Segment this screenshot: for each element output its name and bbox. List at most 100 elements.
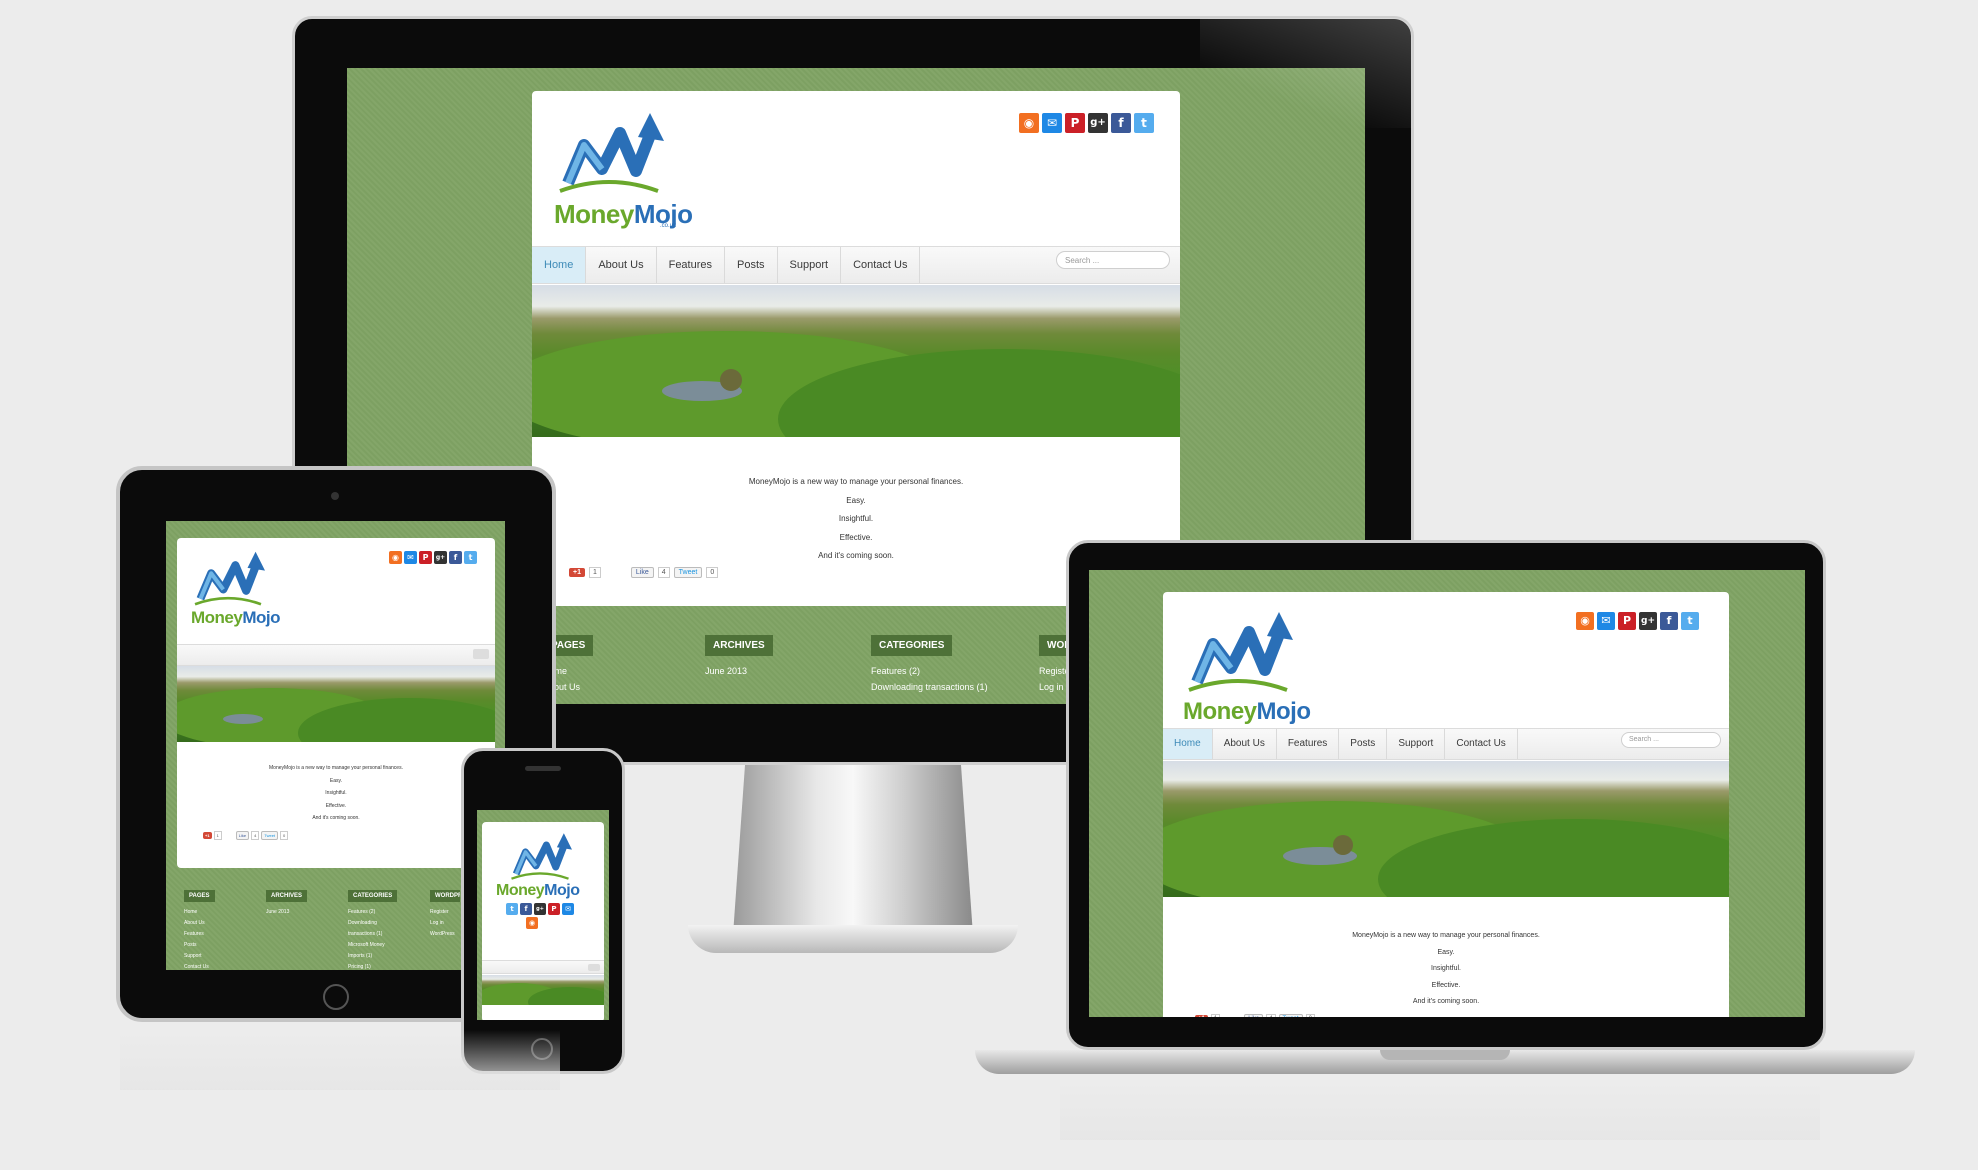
nav-about-us[interactable]: About Us	[586, 247, 657, 283]
intro-line: And it's coming soon.	[312, 815, 360, 821]
google-plus-one-button[interactable]: +1	[203, 832, 212, 839]
site-logo[interactable]: MoneyMojo .co.uk	[554, 111, 693, 229]
nav-home[interactable]: Home	[1163, 729, 1213, 759]
facebook-icon[interactable]: f	[449, 551, 462, 564]
search-input[interactable]: Search ...	[1621, 732, 1721, 748]
nav-features[interactable]: Features	[1277, 729, 1340, 759]
pinterest-icon[interactable]: P	[1065, 113, 1085, 133]
pinterest-icon[interactable]: P	[419, 551, 432, 564]
pinterest-icon[interactable]: P	[548, 903, 560, 915]
site-logo[interactable]	[508, 832, 572, 880]
footer-link-downloading-transactions[interactable]: Downloading transactions (1)	[871, 679, 1039, 695]
site-card: MoneyMojo .co.uk ◉ ✉ P g+ f t Home About…	[532, 91, 1180, 606]
google-plus-count: 1	[588, 567, 601, 578]
intro-line: MoneyMojo is a new way to manage your pe…	[269, 765, 403, 771]
footer-link-support[interactable]: Support	[184, 951, 266, 962]
google-plus-count: 1	[213, 831, 222, 840]
footer-link-home[interactable]: Home	[543, 663, 705, 679]
menu-toggle-icon[interactable]	[473, 649, 489, 659]
google-plus-icon[interactable]: g+	[1639, 612, 1657, 630]
widget-pages: PAGES Home About Us Features Posts Suppo…	[184, 884, 266, 970]
email-icon[interactable]: ✉	[562, 903, 574, 915]
facebook-icon[interactable]: f	[1111, 113, 1131, 133]
nav-support[interactable]: Support	[778, 247, 842, 283]
widget-title: WORDPRESS	[430, 890, 460, 902]
facebook-like-button[interactable]: Like	[235, 831, 250, 840]
facebook-like-button[interactable]: Like	[1244, 1014, 1264, 1017]
menu-toggle-icon[interactable]	[588, 964, 600, 971]
email-icon[interactable]: ✉	[1042, 113, 1062, 133]
tweet-button[interactable]: Tweet	[261, 831, 279, 840]
nav-contact-us[interactable]: Contact Us	[841, 247, 921, 283]
facebook-icon[interactable]: f	[520, 903, 532, 915]
rss-icon[interactable]: ◉	[1576, 612, 1594, 630]
logo-mark-icon	[559, 113, 664, 193]
nav-posts[interactable]: Posts	[1339, 729, 1388, 759]
facebook-like-button[interactable]: Like	[630, 567, 654, 578]
twitter-icon[interactable]: t	[464, 551, 477, 564]
google-plus-one-button[interactable]: +1	[1195, 1015, 1208, 1017]
footer-link-register[interactable]: Register	[430, 907, 460, 918]
footer-link-features[interactable]: Features	[184, 929, 266, 940]
footer-link-june-2013[interactable]: June 2013	[266, 907, 348, 918]
phone-speaker	[525, 766, 561, 771]
twitter-icon[interactable]: t	[1681, 612, 1699, 630]
facebook-like-count: 4	[1266, 1014, 1276, 1017]
rss-icon[interactable]: ◉	[526, 917, 538, 929]
twitter-icon[interactable]: t	[506, 903, 518, 915]
logo-mark-icon	[1188, 612, 1293, 692]
tweet-button[interactable]: Tweet	[1278, 1014, 1303, 1017]
nav-home[interactable]: Home	[532, 247, 587, 283]
nav-about-us[interactable]: About Us	[1213, 729, 1277, 759]
nav-support[interactable]: Support	[1387, 729, 1446, 759]
intro-line: MoneyMojo is a new way to manage your pe…	[1352, 932, 1540, 939]
google-plus-icon[interactable]: g+	[1088, 113, 1108, 133]
footer-link-wordpress[interactable]: WordPress	[430, 929, 460, 940]
tablet-screen: MoneyMojo ◉ ✉ P g+ f t MoneyMojo is a ne…	[166, 521, 505, 970]
nav-posts[interactable]: Posts	[725, 247, 778, 283]
email-icon[interactable]: ✉	[404, 551, 417, 564]
twitter-icon[interactable]: t	[1134, 113, 1154, 133]
footer-link-downloading-transactions[interactable]: Downloading transactions (1)	[348, 918, 400, 940]
footer-link-june-2013[interactable]: June 2013	[705, 663, 871, 679]
logo-domain: .co.uk	[660, 223, 677, 229]
logo-mark-icon	[194, 551, 265, 606]
pinterest-icon[interactable]: P	[1618, 612, 1636, 630]
widget-archives: ARCHIVES June 2013	[266, 884, 348, 970]
nav-features[interactable]: Features	[657, 247, 726, 283]
site-logo[interactable]: MoneyMojo	[191, 550, 280, 627]
tweet-button[interactable]: Tweet	[673, 567, 703, 578]
email-icon[interactable]: ✉	[1597, 612, 1615, 630]
widget-pages: PAGES Home About Us	[543, 635, 705, 695]
footer-link-pricing[interactable]: Pricing (1)	[348, 962, 400, 970]
site-logo[interactable]: MoneyMojo	[1183, 610, 1311, 725]
google-plus-icon[interactable]: g+	[534, 903, 546, 915]
tablet-camera	[331, 492, 339, 500]
google-plus-count: 1	[1210, 1014, 1221, 1017]
intro-line: Easy.	[1437, 948, 1455, 956]
collapsed-nav	[177, 644, 495, 666]
tweet-count: 0	[280, 831, 289, 840]
widget-archives: ARCHIVES June 2013	[705, 635, 871, 695]
footer-link-microsoft-money-imports[interactable]: Microsoft Money Imports (1)	[348, 940, 400, 962]
footer-link-log-in[interactable]: Log in	[430, 918, 460, 929]
nav-contact-us[interactable]: Contact Us	[1445, 729, 1518, 759]
laptop-screen: MoneyMojo ◉ ✉ P g+ f t Home About Us Fea…	[1089, 570, 1805, 1017]
footer-link-features[interactable]: Features (2)	[871, 663, 1039, 679]
search-input[interactable]: Search ...	[1056, 251, 1170, 269]
footer-link-contact-us[interactable]: Contact Us	[184, 962, 266, 970]
logo-wordmark: MoneyMojo	[191, 608, 280, 627]
footer-link-about-us[interactable]: About Us	[543, 679, 705, 695]
rss-icon[interactable]: ◉	[1019, 113, 1039, 133]
footer-link-home[interactable]: Home	[184, 907, 266, 918]
footer-link-features[interactable]: Features (2)	[348, 907, 400, 918]
hero-landscape-image	[177, 666, 495, 742]
google-plus-one-button[interactable]: +1	[569, 568, 585, 577]
rss-icon[interactable]: ◉	[389, 551, 402, 564]
footer-link-about-us[interactable]: About Us	[184, 918, 266, 929]
footer-link-posts[interactable]: Posts	[184, 940, 266, 951]
facebook-icon[interactable]: f	[1660, 612, 1678, 630]
google-plus-icon[interactable]: g+	[434, 551, 447, 564]
phone-screen: MoneyMojo t f g+ P ✉ ◉	[477, 810, 609, 1020]
widget-categories: CATEGORIES Features (2) Downloading tran…	[871, 635, 1039, 695]
